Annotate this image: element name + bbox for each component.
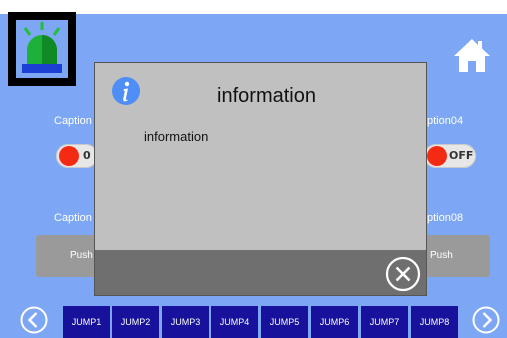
jump-button-1[interactable]: JUMP1 <box>62 306 110 338</box>
caption-left-top: Caption <box>54 115 92 127</box>
close-circle-icon[interactable] <box>385 256 421 292</box>
toggle-switch-left[interactable]: 0 <box>56 144 98 168</box>
alarm-beacon-icon <box>16 20 68 78</box>
toggle-knob <box>427 146 447 166</box>
dialog-message: information <box>144 129 209 144</box>
dialog-footer <box>95 250 426 295</box>
jump-button-7[interactable]: JUMP7 <box>360 306 408 338</box>
dialog-title: information <box>217 85 316 107</box>
toggle-state-label: 0 <box>83 149 91 162</box>
information-dialog: information information <box>94 62 427 296</box>
chevron-right-icon[interactable] <box>472 306 500 334</box>
toggle-knob <box>59 146 79 166</box>
jump-button-6[interactable]: JUMP6 <box>310 306 358 338</box>
jump-button-4[interactable]: JUMP4 <box>210 306 258 338</box>
push-button-right[interactable]: Push <box>422 235 490 277</box>
caption-left-bottom: Caption <box>54 212 92 224</box>
alarm-indicator[interactable] <box>8 12 76 86</box>
caption-right-top: ption04 <box>427 115 464 127</box>
push-button-label: Push <box>430 250 453 261</box>
toggle-switch-right[interactable]: OFF <box>424 144 476 168</box>
push-button-label: Push <box>70 250 93 261</box>
hmi-screen: Caption ption04 Caption ption08 0 OFF Pu… <box>0 0 507 338</box>
caption-right-bottom: ption08 <box>427 212 464 224</box>
jump-button-2[interactable]: JUMP2 <box>111 306 159 338</box>
toggle-state-label: OFF <box>449 149 474 162</box>
push-button-left[interactable]: Push <box>36 235 102 277</box>
jump-button-8[interactable]: JUMP8 <box>410 306 458 338</box>
home-icon[interactable] <box>452 36 492 74</box>
jump-button-5[interactable]: JUMP5 <box>260 306 308 338</box>
jump-button-3[interactable]: JUMP3 <box>161 306 209 338</box>
chevron-left-icon[interactable] <box>20 306 48 334</box>
